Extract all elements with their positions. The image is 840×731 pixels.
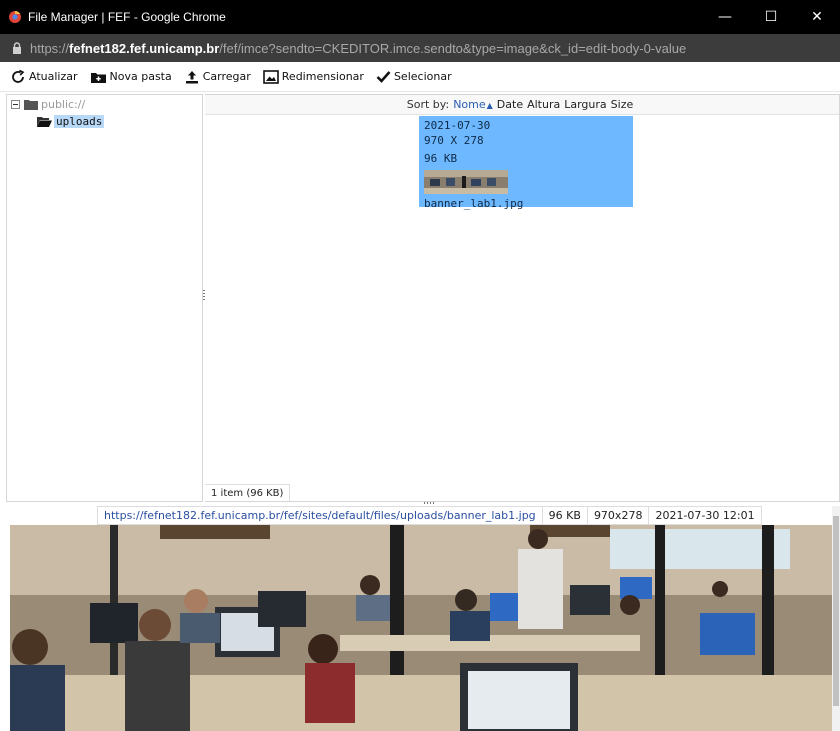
window-titlebar: File Manager | FEF - Google Chrome — ☐ ✕ <box>0 0 840 34</box>
tree-root-row[interactable]: public:// <box>7 96 202 113</box>
file-list-pane: Sort by: Nome▲ Date Altura Largura Size … <box>205 94 840 502</box>
sort-by-size[interactable]: Size <box>611 98 634 111</box>
preview-size: 96 KB <box>541 507 587 524</box>
tree-folder-uploads[interactable]: uploads <box>7 113 202 130</box>
preview-dimensions: 970x278 <box>586 507 649 524</box>
imce-toolbar: Atualizar Nova pasta Carregar Redimensio… <box>0 62 840 92</box>
sort-by-height[interactable]: Altura <box>527 98 560 111</box>
file-size: 96 KB <box>424 152 458 165</box>
sort-by-date[interactable]: Date <box>497 98 523 111</box>
resize-label: Redimensionar <box>281 70 364 83</box>
image-resize-icon <box>262 69 279 84</box>
sort-by-width[interactable]: Largura <box>564 98 606 111</box>
sort-asc-icon: ▲ <box>486 101 493 110</box>
file-thumbnail <box>424 170 508 194</box>
new-folder-label: Nova pasta <box>109 70 172 83</box>
refresh-label: Atualizar <box>29 70 78 83</box>
open-folder-icon <box>37 116 52 127</box>
sort-bar: Sort by: Nome▲ Date Altura Largura Size <box>205 95 839 115</box>
window-title: File Manager | FEF - Google Chrome <box>28 10 226 24</box>
minimize-button[interactable]: — <box>702 0 748 34</box>
resize-button[interactable]: Redimensionar <box>262 69 364 84</box>
address-bar[interactable]: https://fefnet182.fef.unicamp.br/fef/imc… <box>0 34 840 62</box>
select-label: Selecionar <box>393 70 452 83</box>
close-button[interactable]: ✕ <box>794 0 840 34</box>
select-button[interactable]: Selecionar <box>376 70 452 83</box>
url-scheme: https:// <box>30 40 70 56</box>
new-folder-button[interactable]: Nova pasta <box>90 70 172 84</box>
tree-folder-label: uploads <box>54 115 105 128</box>
preview-url-link[interactable]: https://fefnet182.fef.unicamp.br/fef/sit… <box>98 507 542 524</box>
image-preview <box>10 525 832 731</box>
sort-label: Sort by: <box>406 98 450 111</box>
preview-datetime: 2021-07-30 12:01 <box>648 507 760 524</box>
preview-scrollbar[interactable] <box>832 506 840 731</box>
url-host: fefnet182.fef.unicamp.br <box>69 40 220 56</box>
folder-tree: public:// uploads <box>6 94 203 502</box>
refresh-button[interactable]: Atualizar <box>10 69 78 85</box>
maximize-button[interactable]: ☐ <box>748 0 794 34</box>
file-name: banner_lab1.jpg <box>424 197 524 210</box>
checkmark-icon <box>376 71 391 83</box>
preview-info-bar: https://fefnet182.fef.unicamp.br/fef/sit… <box>97 506 762 525</box>
tree-root-label: public:// <box>41 98 86 111</box>
url-path: /fef/imce?sendto=CKEDITOR.imce.sendto&ty… <box>219 40 687 56</box>
upload-button[interactable]: Carregar <box>184 70 251 84</box>
lock-icon <box>12 42 22 54</box>
chrome-app-icon <box>8 10 22 24</box>
file-item-selected[interactable]: 2021-07-30 970 X 278 96 KB banner_lab1.j… <box>419 116 633 210</box>
upload-icon <box>185 70 198 83</box>
file-date: 2021-07-30 <box>424 119 491 132</box>
status-bar: 1 item (96 KB) <box>205 484 291 501</box>
upload-label: Carregar <box>202 70 251 83</box>
collapse-toggle-icon[interactable] <box>11 100 20 109</box>
file-dimensions: 970 X 278 <box>424 134 484 147</box>
new-folder-icon <box>90 72 106 83</box>
window-controls: — ☐ ✕ <box>702 0 840 34</box>
folder-icon <box>24 99 38 110</box>
sort-by-name[interactable]: Nome▲ <box>453 98 493 111</box>
refresh-icon <box>12 69 25 83</box>
